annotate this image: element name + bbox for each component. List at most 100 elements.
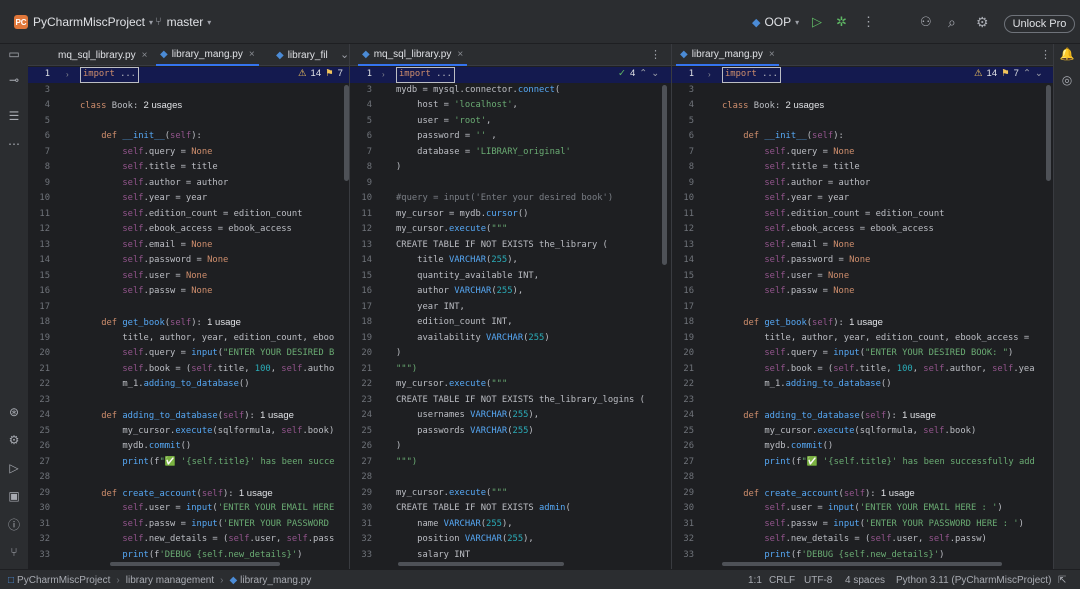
code-line[interactable]: mydb.commit(): [80, 439, 191, 455]
editor-tab[interactable]: ◆ library_mang.py ×: [156, 44, 259, 66]
code-line[interactable]: self.passw = input('ENTER YOUR PASSWORD: [80, 517, 329, 533]
code-line[interactable]: title, author, year, edition_count, eboo…: [722, 331, 1029, 347]
horizontal-scrollbar[interactable]: [722, 562, 1002, 566]
code-line[interactable]: self.year = year: [80, 191, 207, 207]
code-line[interactable]: my_cursor.execute(sqlformula, self.book): [80, 424, 334, 440]
code-line[interactable]: self.book = (self.title, 100, self.autho…: [722, 362, 1034, 378]
code-line[interactable]: author VARCHAR(255),: [396, 284, 523, 300]
editor-tab[interactable]: ◆ library_fil: [272, 44, 332, 66]
more-tools-icon[interactable]: ⋯: [6, 136, 22, 152]
code-line[interactable]: self.query = input("ENTER YOUR DESIRED B…: [722, 346, 1013, 362]
code-line[interactable]: import ...: [722, 67, 781, 83]
code-line[interactable]: database = 'LIBRARY_original': [396, 145, 571, 161]
code-line[interactable]: self.title = title: [722, 160, 859, 176]
debug-icon[interactable]: ✲: [836, 0, 847, 44]
code-line[interactable]: self.edition_count = edition_count: [80, 207, 302, 223]
code-line[interactable]: salary INT: [396, 548, 470, 564]
code-line[interactable]: self.title = title: [80, 160, 217, 176]
code-line[interactable]: print(f'DEBUG {self.new_details}'): [80, 548, 302, 564]
code-line[interactable]: print(f'DEBUG {self.new_details}'): [722, 548, 944, 564]
code-line[interactable]: my_cursor.execute(""": [396, 222, 507, 238]
python-packages-icon[interactable]: ⊛: [6, 404, 22, 420]
vertical-scrollbar[interactable]: [662, 85, 667, 265]
code-line[interactable]: mydb = mysql.connector.connect(: [396, 83, 560, 99]
code-line[interactable]: user = 'root',: [396, 114, 491, 130]
code-line[interactable]: edition_count INT,: [396, 315, 512, 331]
close-tab-icon[interactable]: ×: [769, 49, 775, 60]
file-encoding[interactable]: UTF-8: [804, 570, 832, 589]
code-line[interactable]: import ...: [80, 67, 139, 83]
code-line[interactable]: def get_book(self): 1 usage: [80, 315, 241, 331]
code-line[interactable]: self.passw = input('ENTER YOUR PASSWORD …: [722, 517, 1024, 533]
code-line[interactable]: class Book: 2 usages: [80, 98, 182, 114]
horizontal-scrollbar[interactable]: [398, 562, 564, 566]
inspection-widget[interactable]: ⚠14⚑7⌃⌄: [974, 68, 1043, 79]
code-line[interactable]: my_cursor.execute(""": [396, 377, 507, 393]
commit-icon[interactable]: ⊸: [6, 72, 22, 88]
code-line[interactable]: quantity_available INT,: [396, 269, 539, 285]
code-line[interactable]: def __init__(self):: [722, 129, 844, 145]
code-line[interactable]: ): [396, 439, 401, 455]
code-line[interactable]: """): [396, 362, 417, 378]
code-line[interactable]: def adding_to_database(self): 1 usage: [80, 408, 294, 424]
code-line[interactable]: name VARCHAR(255),: [396, 517, 512, 533]
inspection-widget[interactable]: ✓ 4 ⌃ ⌄: [618, 68, 659, 79]
inspection-widget[interactable]: ⚠14⚑7⌃⌄: [298, 68, 349, 79]
code-line[interactable]: """): [396, 455, 417, 471]
fold-arrow-icon[interactable]: ›: [708, 70, 711, 79]
chevron-up-icon[interactable]: ⌃: [1023, 68, 1031, 79]
line-separator[interactable]: CRLF: [769, 570, 795, 589]
code-line[interactable]: self.user = None: [80, 269, 207, 285]
code-line[interactable]: my_cursor = mydb.cursor(): [396, 207, 528, 223]
code-line[interactable]: self.edition_count = edition_count: [722, 207, 944, 223]
code-line[interactable]: ): [396, 160, 401, 176]
code-line[interactable]: self.passw = None: [80, 284, 212, 300]
structure-icon[interactable]: ☰: [6, 108, 22, 124]
code-line[interactable]: self.author = author: [722, 176, 870, 192]
tab-list-chevron-icon[interactable]: ⌄: [340, 48, 349, 61]
code-line[interactable]: title, author, year, edition_count, eboo: [80, 331, 334, 347]
python-interpreter[interactable]: Python 3.11 (PyCharmMiscProject): [896, 570, 1051, 589]
code-line[interactable]: def adding_to_database(self): 1 usage: [722, 408, 936, 424]
code-line[interactable]: ): [396, 346, 401, 362]
code-line[interactable]: self.email = None: [722, 238, 854, 254]
code-line[interactable]: def create_account(self): 1 usage: [722, 486, 915, 502]
problems-icon[interactable]: ⓘ: [6, 516, 22, 532]
code-line[interactable]: self.book = (self.title, 100, self.autho: [80, 362, 334, 378]
code-line[interactable]: mydb.commit(): [722, 439, 833, 455]
code-line[interactable]: self.ebook_access = ebook_access: [722, 222, 933, 238]
close-tab-icon[interactable]: ×: [142, 50, 148, 61]
code-line[interactable]: availability VARCHAR(255): [396, 331, 549, 347]
code-line[interactable]: my_cursor.execute(""": [396, 486, 507, 502]
code-editor[interactable]: 1 import ... 3 4 class Book: 2 usages 5 6 def …: [28, 67, 349, 569]
editor-tab[interactable]: ◆ library_mang.py ×: [676, 44, 779, 66]
breadcrumb-project[interactable]: PyCharmMiscProject: [17, 575, 110, 586]
tab-options-menu-icon[interactable]: ⋮: [650, 48, 661, 61]
services-icon[interactable]: ⚙: [6, 432, 22, 448]
code-line[interactable]: passwords VARCHAR(255): [396, 424, 534, 440]
chevron-down-icon[interactable]: ⌄: [651, 68, 659, 79]
close-tab-icon[interactable]: ×: [457, 49, 463, 60]
notifications-bell-icon[interactable]: 🔔: [1059, 46, 1075, 62]
read-only-lock-icon[interactable]: ⇱: [1058, 570, 1066, 589]
code-line[interactable]: password = '' ,: [396, 129, 496, 145]
vertical-scrollbar[interactable]: [344, 85, 349, 181]
code-editor[interactable]: 1 import ... 3 4 class Book: 2 usages 5 6 def …: [672, 67, 1053, 569]
tab-options-menu-icon[interactable]: ⋮: [1040, 48, 1051, 61]
code-line[interactable]: m_1.adding_to_database(): [80, 377, 249, 393]
chevron-up-icon[interactable]: ⌃: [639, 68, 647, 79]
code-line[interactable]: self.password = None: [80, 253, 228, 269]
code-line[interactable]: host = 'localhost',: [396, 98, 518, 114]
editor-tab[interactable]: mq_sql_library.py ×: [54, 44, 151, 66]
code-line[interactable]: import ...: [396, 67, 455, 83]
code-line[interactable]: def __init__(self):: [80, 129, 202, 145]
terminal-icon[interactable]: ▣: [6, 488, 22, 504]
project-folder-icon[interactable]: ▭: [6, 46, 22, 62]
code-line[interactable]: CREATE TABLE IF NOT EXISTS the_library (: [396, 238, 608, 254]
breadcrumb-folder[interactable]: library management: [126, 575, 214, 586]
code-line[interactable]: CREATE TABLE IF NOT EXISTS the_library_l…: [396, 393, 645, 409]
add-user-icon[interactable]: ⚇: [920, 0, 932, 44]
code-line[interactable]: def create_account(self): 1 usage: [80, 486, 273, 502]
code-line[interactable]: self.query = None: [80, 145, 212, 161]
code-line[interactable]: self.user = input('ENTER YOUR EMAIL HERE: [80, 501, 334, 517]
